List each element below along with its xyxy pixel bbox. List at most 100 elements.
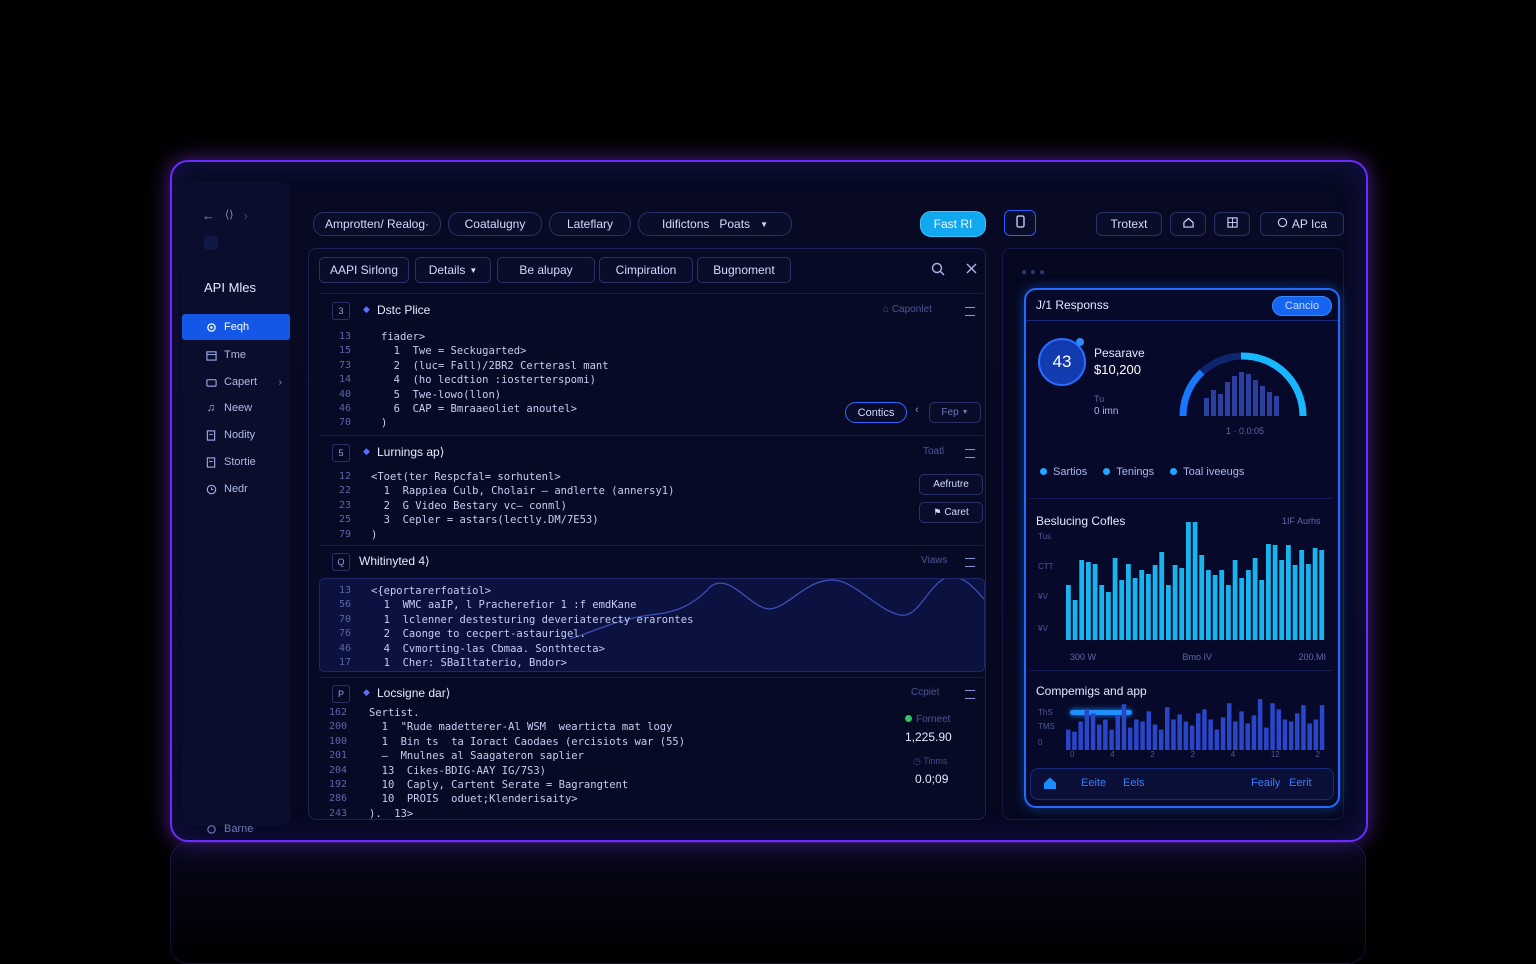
line-number: 70 <box>338 417 351 429</box>
grid-button[interactable] <box>1214 212 1250 236</box>
tab-api-sirlong[interactable]: AAPI Sirlong <box>319 257 409 283</box>
section-number: 5 <box>332 444 350 462</box>
back-icon[interactable]: ← <box>202 208 215 223</box>
chart-bar <box>1239 578 1245 640</box>
forward-icon[interactable]: › <box>244 208 248 223</box>
x-tick: 2 <box>1315 750 1320 759</box>
device-button[interactable] <box>1004 210 1036 236</box>
footer-link[interactable]: Feaily <box>1251 777 1280 789</box>
phone-icon <box>1015 215 1025 231</box>
close-icon[interactable] <box>965 262 978 280</box>
sidebar-item-label: Nodity <box>224 429 256 441</box>
chart-bar <box>1286 545 1291 640</box>
menu-icon[interactable] <box>965 307 975 316</box>
sidebar-item-nodity[interactable]: Nodity <box>182 422 290 448</box>
x-tick: Bmo IV <box>1182 652 1212 662</box>
legend: Sartios Tenings Toal iveeugs <box>1040 466 1244 478</box>
footer-link[interactable]: Eels <box>1123 777 1144 789</box>
chart-bar <box>1299 550 1305 640</box>
gauge-bar <box>1253 380 1258 416</box>
aefrutre-button[interactable]: Aefrutre <box>919 474 983 495</box>
chart-bar <box>1319 705 1325 750</box>
clock-icon <box>204 482 218 496</box>
cancel-button[interactable]: Cancio <box>1272 296 1332 316</box>
chart-bar <box>1264 727 1269 750</box>
menu-icon[interactable] <box>965 690 975 699</box>
chart-bar <box>1192 522 1198 640</box>
legend-label: Toal iveeugs <box>1183 466 1245 478</box>
chart-bar <box>1212 575 1218 640</box>
diamond-icon: ◆ <box>363 446 370 456</box>
divider <box>1030 498 1332 499</box>
card-title: J/1 Responss <box>1036 298 1109 312</box>
chart2-y-axis: ThS TMS 0 <box>1038 708 1058 752</box>
text-button[interactable]: Trotext <box>1096 212 1162 236</box>
button-label: Aefrutre <box>933 479 969 490</box>
card-footer: Eeite Eels Feaily Eerit <box>1030 768 1334 800</box>
code-line: 1 Rappiea Culb, Cholair – andlerte (anne… <box>371 485 675 498</box>
tab-amprotten[interactable]: Amprotten/ Realog· <box>313 212 441 236</box>
sidebar-item-neew[interactable]: ♫ Neew <box>182 395 290 421</box>
tab-details[interactable]: Details ▼ <box>415 257 491 283</box>
line-number: 40 <box>338 388 351 400</box>
code-line: 3 Cepler = astars(lectly.DM/7E53) <box>371 514 599 527</box>
menu-icon[interactable] <box>965 558 975 567</box>
footer-link[interactable]: Eeite <box>1081 777 1106 789</box>
y-tick: ThS <box>1038 708 1053 717</box>
tab-idifictons[interactable]: Idifictons Poats ▼ <box>638 212 792 236</box>
gauge-bar <box>1274 396 1279 416</box>
caret-button[interactable]: ⚑ Caret <box>919 502 983 523</box>
line-number: 23 <box>338 499 351 511</box>
sidebar-item-label: Nedr <box>224 483 248 495</box>
api-button[interactable]: AP Ica <box>1260 212 1344 236</box>
section-number: 3 <box>332 302 350 320</box>
sidebar-item-label: Neew <box>224 402 253 414</box>
code-block: <{eportarerfoatiol> 1 WMC aaIP, l Prache… <box>371 584 693 670</box>
folder-icon <box>204 375 218 389</box>
code-icon[interactable]: ⟨⟩ <box>225 208 234 223</box>
metric-value: $10,200 <box>1094 362 1141 377</box>
line-number: 204 <box>328 764 347 776</box>
code-line: — Mnulnes al Saagateron saplier <box>369 750 584 763</box>
line-number: 17 <box>338 657 351 669</box>
footer-link[interactable]: Eerit <box>1289 777 1312 789</box>
line-number: 13 <box>338 585 351 596</box>
contics-button[interactable]: Contics <box>845 402 907 423</box>
app-window: ← ⟨⟩ › API Mles Feqh Tme Capert › ♫ Neew… <box>170 160 1368 842</box>
sidebar-footer[interactable]: Barne <box>182 816 290 842</box>
line-number: 286 <box>328 793 347 805</box>
tab-be-alupay[interactable]: Be alupay <box>497 257 595 283</box>
fast-run-button[interactable]: Fast RI <box>920 211 986 237</box>
tab-cimpiration[interactable]: Cimpiration <box>599 257 693 283</box>
tab-lateflary[interactable]: Lateflary <box>549 212 631 236</box>
sidebar-item-nedr[interactable]: Nedr <box>182 476 290 502</box>
fep-dropdown[interactable]: Fep ▼ <box>929 402 981 423</box>
chart-bar <box>1078 721 1083 750</box>
chart-bar <box>1121 704 1127 750</box>
sidebar-item-label: Feqh <box>224 321 250 333</box>
stat-value: 1,225.90 <box>905 730 952 744</box>
chevron-left-icon[interactable]: ‹ <box>915 404 919 416</box>
code-line: 2 (luc= Fall)/2BR2 Certerasl mant <box>381 359 609 372</box>
sidebar-item-capert[interactable]: Capert › <box>182 369 290 395</box>
code-line: 1 Twe = Seckugarted> <box>381 345 527 358</box>
sidebar-item-stortie[interactable]: Stortie <box>182 449 290 475</box>
sidebar-item-tme[interactable]: Tme <box>182 342 290 368</box>
line-number: 162 <box>328 707 347 718</box>
home-button[interactable] <box>1170 212 1206 236</box>
chart-bar <box>1196 713 1201 750</box>
menu-icon[interactable] <box>965 449 975 458</box>
gauge-bar <box>1239 372 1244 416</box>
diamond-icon: ◆ <box>363 687 370 697</box>
button-label: AP Ica <box>1291 217 1328 231</box>
tab-coatalugny[interactable]: Coatalugny <box>448 212 542 236</box>
section-status: Viaws <box>921 555 948 566</box>
tab-bugnoment[interactable]: Bugnoment <box>697 257 791 283</box>
chart-bar <box>1139 570 1145 640</box>
sidebar-item-feqh[interactable]: Feqh <box>182 314 290 340</box>
chart-bar <box>1172 565 1178 640</box>
sidebar-item-label: Stortie <box>224 456 256 468</box>
chart1-y-axis: Tus CTT ¥V ¥V <box>1038 532 1058 642</box>
search-icon[interactable] <box>931 262 945 281</box>
home-icon[interactable] <box>1043 776 1057 795</box>
